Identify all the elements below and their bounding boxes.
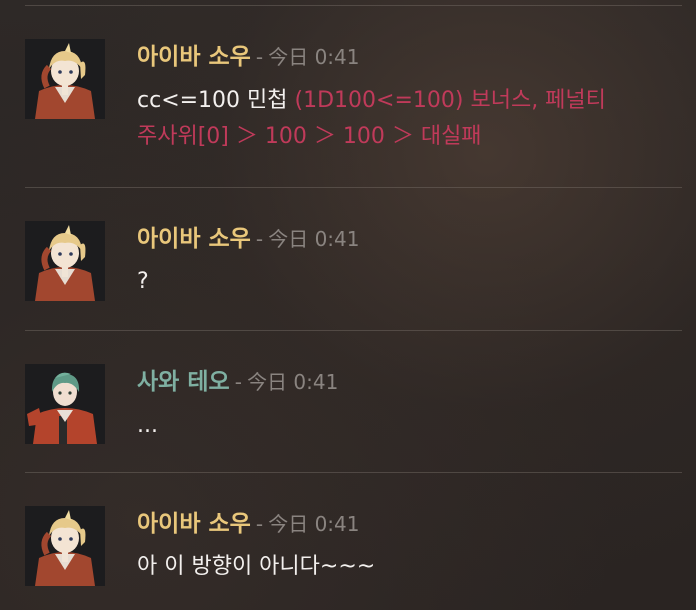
timestamp: 今日 0:41	[247, 370, 339, 394]
message-body: 아 이 방향이 아니다~~~	[137, 549, 375, 585]
message-body: cc<=100 민첩 (1D100<=100) 보너스, 페널티 주사위[0] …	[137, 83, 606, 155]
message-header: 아이바 소우 - 今日 0:41	[137, 507, 360, 541]
message-divider	[25, 5, 682, 6]
message-header: 아이바 소우 - 今日 0:41	[137, 222, 360, 256]
message-text: 아 이 방향이 아니다~~~	[137, 554, 376, 579]
dice-result: (1D100<=100) 보너스, 페널티	[294, 88, 606, 113]
avatar-aiba-sou[interactable]	[25, 39, 105, 119]
message-text: ...	[137, 413, 158, 438]
timestamp: 今日 0:41	[268, 227, 360, 251]
author-name[interactable]: 아이바 소우	[137, 511, 251, 537]
timestamp: 今日 0:41	[268, 512, 360, 536]
message-header: 사와 테오 - 今日 0:41	[137, 365, 338, 399]
message-divider	[25, 472, 682, 473]
message-divider	[25, 187, 682, 188]
header-separator: -	[255, 512, 264, 536]
avatar-sawa-teo[interactable]	[25, 364, 105, 444]
message-body: ?	[137, 264, 149, 300]
header-separator: -	[234, 370, 242, 394]
message-body: ...	[137, 408, 158, 444]
author-name[interactable]: 아이바 소우	[137, 44, 251, 70]
dice-result-line: 주사위[0] ＞ 100 ＞ 100 ＞ 대실패	[137, 124, 482, 149]
author-name[interactable]: 아이바 소우	[137, 226, 251, 252]
chat-log: 아이바 소우 - 今日 0:41 cc<=100 민첩 (1D100<=100)…	[0, 0, 696, 610]
header-separator: -	[255, 45, 264, 69]
message-divider	[25, 330, 682, 331]
avatar-aiba-sou[interactable]	[25, 221, 105, 301]
timestamp: 今日 0:41	[268, 45, 360, 69]
author-name[interactable]: 사와 테오	[137, 369, 230, 395]
message-text: ?	[137, 269, 149, 294]
message-header: 아이바 소우 - 今日 0:41	[137, 40, 360, 74]
header-separator: -	[255, 227, 264, 251]
message-text: cc<=100 민첩	[137, 88, 295, 113]
avatar-aiba-sou[interactable]	[25, 506, 105, 586]
